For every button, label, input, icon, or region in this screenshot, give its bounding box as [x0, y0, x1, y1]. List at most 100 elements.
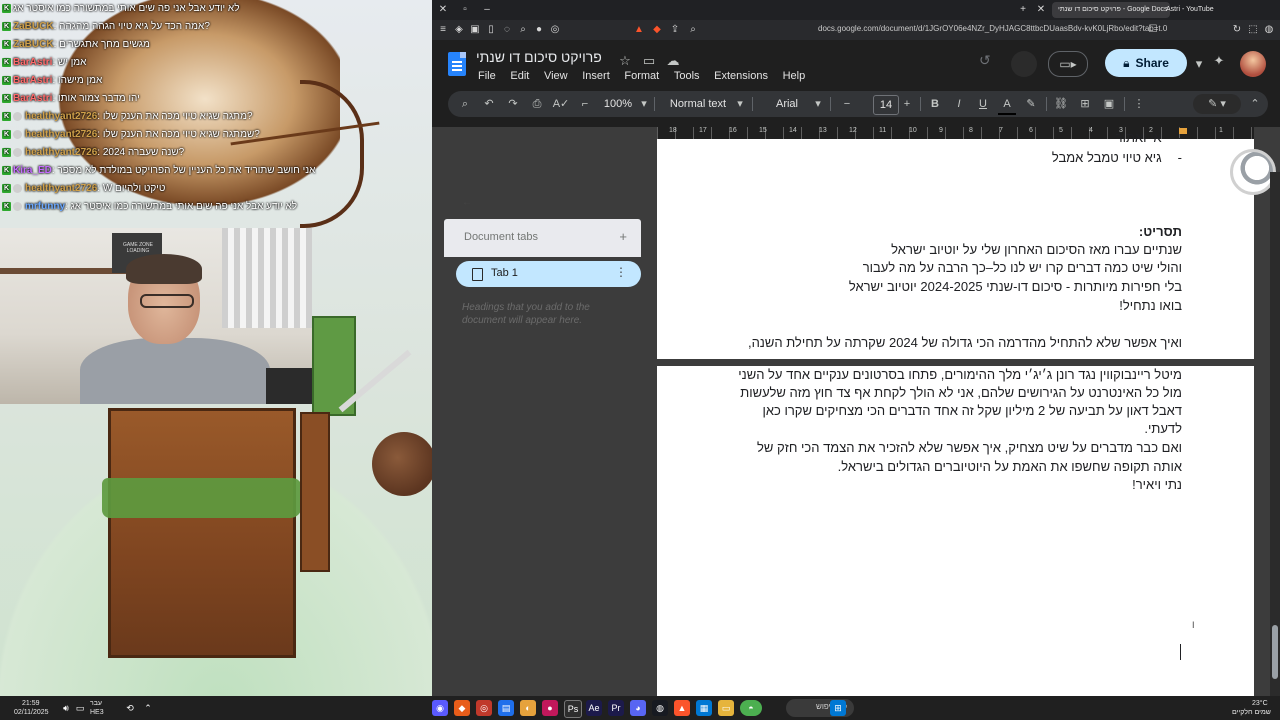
menu-insert[interactable]: Insert	[582, 70, 610, 82]
menu-tools[interactable]: Tools	[674, 70, 700, 82]
editing-mode-button[interactable]: ✎ ▾	[1193, 94, 1241, 114]
app-icon[interactable]: ●	[542, 700, 558, 716]
account-avatar[interactable]	[1240, 51, 1266, 77]
share-button[interactable]: 🔒︎ Share	[1105, 49, 1187, 77]
photoshop-icon[interactable]: Ps	[564, 700, 582, 718]
bullet-item[interactable]: -אי ואתור	[1116, 129, 1182, 147]
language-indicator-sub[interactable]: HE3	[90, 708, 104, 717]
font-dropdown-icon[interactable]: ▾	[812, 95, 824, 113]
premiere-icon[interactable]: Pr	[608, 700, 624, 716]
blender-icon[interactable]: ◐	[520, 700, 536, 716]
image-icon[interactable]: ▣	[1100, 95, 1118, 113]
steam-icon[interactable]: ◍	[652, 700, 668, 716]
undo-icon[interactable]: ↶	[480, 95, 498, 113]
script-heading[interactable]: תסריט:	[1139, 223, 1182, 241]
tab-options-icon[interactable]: ⋮	[615, 265, 627, 279]
share-page-icon[interactable]: ⇪	[668, 23, 682, 37]
decrease-font-size-icon[interactable]: −	[840, 95, 854, 113]
print-icon[interactable]: ⎙	[528, 95, 546, 113]
document-title[interactable]: פרויקט סיכום דו שנתי	[476, 49, 602, 69]
chat-bubble-icon[interactable]: ◌	[500, 23, 514, 37]
doc-paragraph[interactable]: שנתיים עברו מאז הסיכום האחרון שלי על יוט…	[891, 241, 1182, 259]
tab-search-icon[interactable]: ⌕	[516, 23, 530, 37]
gemini-icon[interactable]: ✦	[1210, 52, 1228, 70]
doc-paragraph[interactable]: בואו נתחיל!	[1119, 297, 1182, 315]
collapse-menus-icon[interactable]: ⌃	[1246, 95, 1264, 113]
text-color-icon[interactable]: A	[998, 95, 1016, 115]
address-bar[interactable]: ≡ ◈ ▣ ▯ ◌ ⌕ ● ◎ ▲ ◆ ⇪ ⌕ docs.google.com/…	[432, 20, 1280, 40]
docs-logo-icon[interactable]	[448, 52, 466, 76]
doc-paragraph[interactable]: מול כל האינטרנט על הגירושים שלהם, אני לא…	[740, 384, 1182, 402]
version-history-icon[interactable]: ↺	[979, 52, 997, 70]
menu-format[interactable]: Format	[624, 70, 659, 82]
more-options-icon[interactable]: ⋮	[1130, 95, 1148, 113]
underline-icon[interactable]: U	[974, 95, 992, 113]
discord-icon[interactable]: ◕	[630, 700, 646, 716]
highlight-icon[interactable]: ✎	[1022, 95, 1040, 113]
minimize-icon[interactable]: –	[480, 3, 494, 17]
network-icon[interactable]: ▭	[72, 700, 88, 716]
bullet-item[interactable]: -גיא טיוי טמבל אמבל	[1052, 149, 1182, 167]
sidebar-icon[interactable]: ▯	[484, 23, 498, 37]
close-tab-icon[interactable]: ✕	[1034, 3, 1048, 17]
scrollbar-thumb[interactable]	[1272, 625, 1278, 679]
show-hidden-icons-icon[interactable]: ⌃	[140, 700, 156, 716]
document-page[interactable]: מיטל ריינבוקווין נגד רונן ג׳יג׳י מלך ההי…	[657, 366, 1254, 696]
menu-icon[interactable]: ≡	[436, 23, 450, 37]
sync-icon[interactable]: ⟲	[122, 700, 138, 716]
meet-button[interactable]: ▭▸	[1048, 51, 1088, 77]
redo-icon[interactable]: ↷	[504, 95, 522, 113]
share-dropdown-icon[interactable]: ▾	[1190, 55, 1208, 73]
zoom-dropdown-icon[interactable]: ▾	[638, 95, 650, 113]
document-tab-1[interactable]: Tab 1 ⋮	[456, 261, 641, 287]
brave-rewards-icon[interactable]: ◆	[650, 23, 664, 37]
increase-font-size-icon[interactable]: +	[900, 95, 914, 113]
start-menu-icon[interactable]: ⊞	[830, 700, 846, 716]
reload-icon[interactable]: ↻	[1230, 23, 1244, 37]
shield-icon[interactable]: ◈	[452, 23, 466, 37]
chrome-icon[interactable]: ◎	[476, 700, 492, 716]
doc-paragraph[interactable]: דאבל דאון על תביעה של 2 מיליון שקל זה אח…	[763, 402, 1183, 420]
paint-format-icon[interactable]: ⌐	[576, 95, 594, 113]
doc-paragraph[interactable]: נתי ויאיר!	[1132, 476, 1182, 494]
weather-temp[interactable]: 23°C	[1252, 699, 1268, 708]
add-tab-icon[interactable]: +	[619, 229, 627, 244]
doc-paragraph[interactable]: מיטל ריינבוקווין נגד רונן ג׳יג׳י מלך ההי…	[738, 366, 1182, 384]
bookmark-icon[interactable]: ☐	[1146, 23, 1160, 37]
taskbar-date[interactable]: 02/11/2025	[14, 708, 49, 717]
menu-edit[interactable]: Edit	[510, 70, 529, 82]
extensions-icon[interactable]: ⬚	[1246, 23, 1260, 37]
taskbar-time[interactable]: 21:59	[22, 699, 40, 708]
language-indicator[interactable]: עבר	[90, 699, 102, 708]
font-select[interactable]: Arial	[762, 95, 812, 113]
bold-icon[interactable]: B	[926, 95, 944, 113]
style-dropdown-icon[interactable]: ▾	[734, 95, 746, 113]
zoom-select[interactable]: 100%	[598, 95, 638, 113]
spellcheck-icon[interactable]: A✓	[552, 95, 570, 113]
after-effects-icon[interactable]: Ae	[586, 700, 602, 716]
menu-view[interactable]: View	[544, 70, 568, 82]
new-tab-icon[interactable]: +	[1016, 3, 1030, 17]
doc-paragraph[interactable]: ואיך אפשר שלא להתחיל מהדרמה הכי גדולה של…	[748, 334, 1182, 352]
link-icon[interactable]: ⛓	[1052, 95, 1070, 113]
store-icon[interactable]: ▦	[696, 700, 712, 716]
window-restore-icon[interactable]: ▫	[458, 3, 472, 17]
widgets-icon[interactable]: ◓	[740, 700, 762, 716]
menu-file[interactable]: File	[478, 70, 496, 82]
outline-back-icon[interactable]: ←	[462, 197, 472, 208]
doc-paragraph[interactable]: אותה תקופה שחשפו את האמת על היוטיוברים ה…	[838, 458, 1182, 476]
brave-icon[interactable]: ▲	[674, 700, 690, 716]
search-menus-icon[interactable]: ⌕	[456, 95, 474, 113]
wallet-icon[interactable]: ▣	[468, 23, 482, 37]
doc-paragraph[interactable]: בלי חפירות מיותרות - סיכום דו-שנתי 2024-…	[849, 278, 1182, 296]
doc-paragraph[interactable]: והולי שיט כמה דברים קרו יש לנו כל–כך הרב…	[863, 259, 1182, 277]
search-icon[interactable]: ⌕	[686, 23, 700, 37]
messenger-icon[interactable]: ◎	[548, 23, 562, 37]
paragraph-style-select[interactable]: Normal text	[662, 95, 734, 113]
collaborator-avatar[interactable]	[1011, 51, 1037, 77]
vpn-icon[interactable]: ◍	[1262, 23, 1276, 37]
obs-icon[interactable]: ◉	[432, 700, 448, 716]
tab-docs[interactable]: פרויקט סיכום דו שנתי - Google Docs	[1052, 2, 1170, 18]
url-text[interactable]: docs.google.com/document/d/1JGrOY06e4NZr…	[818, 24, 1167, 33]
weather-desc[interactable]: שמים חלקיים	[1232, 708, 1271, 717]
